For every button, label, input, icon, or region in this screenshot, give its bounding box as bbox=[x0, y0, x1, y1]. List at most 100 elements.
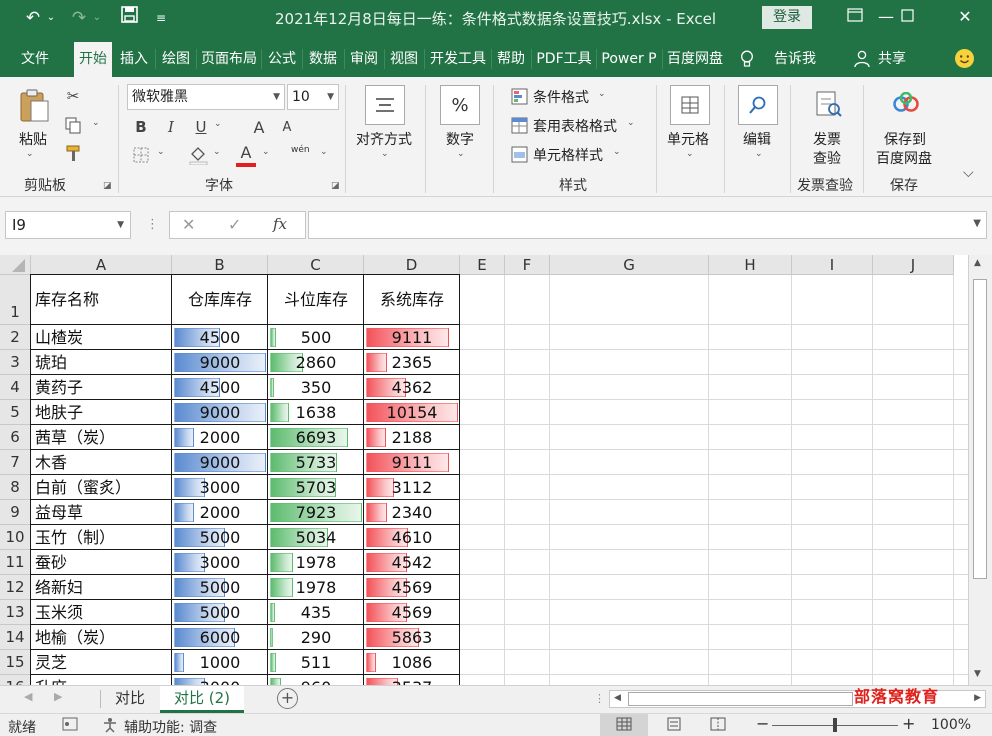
share-person-icon[interactable] bbox=[852, 42, 872, 77]
row-header-7[interactable]: 7 bbox=[0, 450, 31, 475]
cell-c-value[interactable]: 5733 bbox=[268, 450, 364, 475]
tell-me-search[interactable]: 告诉我 bbox=[768, 42, 822, 77]
cell-c-value[interactable]: 500 bbox=[268, 325, 364, 350]
sheet-tab-compare[interactable]: 对比 bbox=[102, 686, 158, 713]
cell-stock-name[interactable]: 益母草 bbox=[31, 500, 172, 525]
sheet-tab-compare-2[interactable]: 对比 (2) bbox=[160, 686, 244, 713]
cell-b-value[interactable]: 3000 bbox=[172, 675, 268, 685]
invoice-label-2[interactable]: 查验 bbox=[813, 148, 841, 168]
cell-stock-name[interactable]: 木香 bbox=[31, 450, 172, 475]
header-stock-name[interactable]: 库存名称 bbox=[31, 275, 172, 325]
column-header-e[interactable]: E bbox=[460, 255, 505, 275]
header-warehouse-stock[interactable]: 仓库库存 bbox=[172, 275, 268, 325]
zoom-in-icon[interactable]: + bbox=[902, 714, 915, 733]
editing-label[interactable]: 编辑 bbox=[743, 129, 771, 149]
italic-button[interactable]: I bbox=[160, 116, 182, 138]
tab-data[interactable]: 数据 bbox=[304, 42, 342, 77]
alignment-dropdown-icon[interactable]: ⌄ bbox=[381, 149, 389, 159]
undo-icon[interactable]: ↶ bbox=[22, 6, 44, 30]
scroll-up-icon[interactable]: ▲ bbox=[974, 258, 981, 268]
row-header-16[interactable]: 16 bbox=[0, 675, 31, 685]
format-painter-icon[interactable] bbox=[63, 143, 83, 163]
number-format-icon[interactable]: % bbox=[440, 85, 480, 125]
cell-d-value[interactable]: 4569 bbox=[364, 600, 460, 625]
cell-b-value[interactable]: 5000 bbox=[172, 600, 268, 625]
add-sheet-icon[interactable]: + bbox=[277, 688, 298, 709]
cell-d-value[interactable]: 5863 bbox=[364, 625, 460, 650]
row-header-5[interactable]: 5 bbox=[0, 400, 31, 425]
insert-function-button[interactable]: fx bbox=[273, 215, 287, 233]
number-label[interactable]: 数字 bbox=[446, 129, 474, 149]
tab-file[interactable]: 文件 bbox=[12, 42, 58, 77]
undo-dropdown-icon[interactable]: ⌄ bbox=[44, 6, 58, 30]
cell-c-value[interactable]: 1978 bbox=[268, 575, 364, 600]
customize-toolbar-icon[interactable]: ≡ bbox=[150, 6, 172, 30]
cell-c-value[interactable]: 511 bbox=[268, 650, 364, 675]
formula-input[interactable]: ▼ bbox=[308, 211, 987, 239]
row-header-9[interactable]: 9 bbox=[0, 500, 31, 525]
cell-styles-icon[interactable] bbox=[509, 144, 529, 164]
cell-stock-name[interactable]: 灵芝 bbox=[31, 650, 172, 675]
page-break-view-icon[interactable] bbox=[710, 717, 726, 735]
paste-label[interactable]: 粘贴 bbox=[19, 129, 47, 149]
column-header-c[interactable]: C bbox=[268, 255, 364, 275]
column-header-g[interactable]: G bbox=[550, 255, 709, 275]
cell-stock-name[interactable]: 茜草（炭） bbox=[31, 425, 172, 450]
cell-d-value[interactable]: 3537 bbox=[364, 675, 460, 685]
header-bin-stock[interactable]: 斗位库存 bbox=[268, 275, 364, 325]
lightbulb-icon[interactable] bbox=[736, 42, 758, 77]
cell-b-value[interactable]: 2000 bbox=[172, 500, 268, 525]
cell-b-value[interactable]: 3000 bbox=[172, 550, 268, 575]
cell-b-value[interactable]: 2000 bbox=[172, 425, 268, 450]
cell-c-value[interactable]: 5703 bbox=[268, 475, 364, 500]
macro-record-icon[interactable] bbox=[62, 717, 78, 735]
tab-baidu-netdisk[interactable]: 百度网盘 bbox=[664, 42, 726, 77]
row-header-13[interactable]: 13 bbox=[0, 600, 31, 625]
cell-stock-name[interactable]: 地榆（炭） bbox=[31, 625, 172, 650]
next-sheet-icon[interactable]: ▶ bbox=[54, 690, 62, 703]
phonetic-dropdown-icon[interactable]: ⌄ bbox=[320, 147, 328, 157]
copy-dropdown-icon[interactable]: ⌄ bbox=[92, 118, 100, 128]
tab-help[interactable]: 帮助 bbox=[493, 42, 529, 77]
cell-c-value[interactable]: 960 bbox=[268, 675, 364, 685]
cell-d-value[interactable]: 4542 bbox=[364, 550, 460, 575]
cell-b-value[interactable]: 4500 bbox=[172, 375, 268, 400]
cell-d-value[interactable]: 4569 bbox=[364, 575, 460, 600]
vertical-scrollbar[interactable]: ▲ ▼ bbox=[968, 255, 992, 685]
row-header-6[interactable]: 6 bbox=[0, 425, 31, 450]
fill-color-icon[interactable] bbox=[187, 143, 209, 167]
cell-b-value[interactable]: 1000 bbox=[172, 650, 268, 675]
cell-styles-button[interactable]: 单元格样式 bbox=[533, 145, 603, 165]
select-all-triangle-icon[interactable] bbox=[12, 259, 25, 272]
row-header-11[interactable]: 11 bbox=[0, 550, 31, 575]
cell-c-value[interactable]: 1638 bbox=[268, 400, 364, 425]
fill-color-dropdown-icon[interactable]: ⌄ bbox=[213, 147, 221, 157]
column-header-d[interactable]: D bbox=[364, 255, 460, 275]
cell-b-value[interactable]: 3000 bbox=[172, 475, 268, 500]
invoice-check-icon[interactable] bbox=[811, 87, 845, 121]
cell-c-value[interactable]: 1978 bbox=[268, 550, 364, 575]
row-header-3[interactable]: 3 bbox=[0, 350, 31, 375]
cell-stock-name[interactable]: 玉竹（制） bbox=[31, 525, 172, 550]
row-header-12[interactable]: 12 bbox=[0, 575, 31, 600]
vertical-scroll-thumb[interactable] bbox=[973, 279, 987, 579]
underline-button[interactable]: U bbox=[190, 116, 212, 138]
clipboard-launcher-icon[interactable]: ◪ bbox=[103, 181, 112, 191]
zoom-level[interactable]: 100% bbox=[931, 717, 971, 733]
decrease-font-button[interactable]: A bbox=[276, 116, 298, 138]
tab-pdf-tools[interactable]: PDF工具 bbox=[533, 42, 595, 77]
cell-d-value[interactable]: 4610 bbox=[364, 525, 460, 550]
cell-stock-name[interactable]: 玉米须 bbox=[31, 600, 172, 625]
cell-stock-name[interactable]: 络新妇 bbox=[31, 575, 172, 600]
cell-d-value[interactable]: 2340 bbox=[364, 500, 460, 525]
cell-c-value[interactable]: 435 bbox=[268, 600, 364, 625]
collapse-ribbon-icon[interactable]: ⌵ bbox=[963, 165, 974, 181]
alignment-icon[interactable] bbox=[365, 85, 405, 125]
conditional-format-icon[interactable] bbox=[509, 86, 529, 106]
alignment-label[interactable]: 对齐方式 bbox=[356, 129, 412, 149]
format-as-table-dropdown-icon[interactable]: ⌄ bbox=[627, 118, 635, 128]
cell-stock-name[interactable]: 地肤子 bbox=[31, 400, 172, 425]
bold-button[interactable]: B bbox=[130, 116, 152, 138]
cell-stock-name[interactable]: 山楂炭 bbox=[31, 325, 172, 350]
cell-b-value[interactable]: 6000 bbox=[172, 625, 268, 650]
